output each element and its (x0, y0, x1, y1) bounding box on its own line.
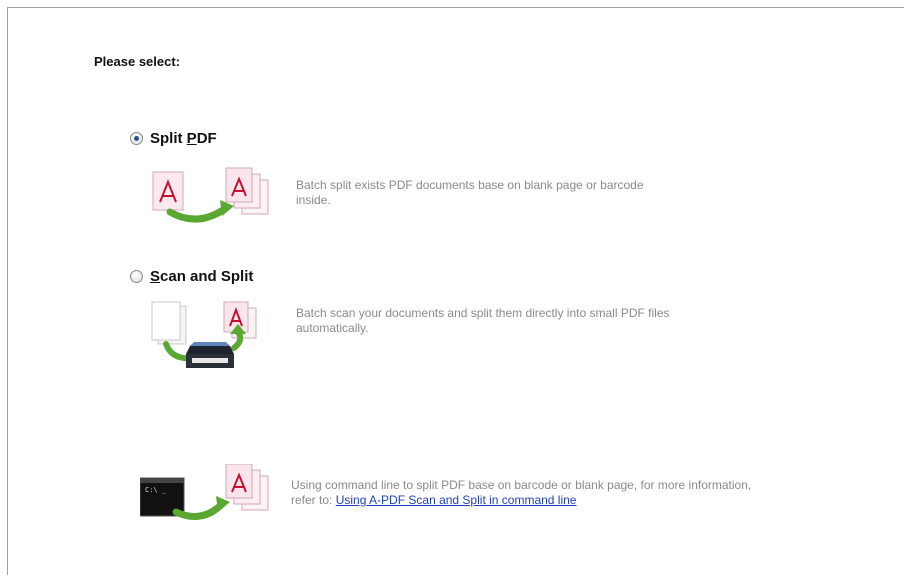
pdf-split-illustration-icon (152, 167, 269, 223)
split-pdf-option[interactable]: Split PDF (130, 130, 217, 147)
command-line-description: Using command line to split PDF base on … (291, 478, 761, 508)
command-line-illustration-icon: C:\ _ (140, 464, 269, 520)
scan-split-label: Scan and Split (150, 268, 254, 285)
split-pdf-label: Split PDF (150, 130, 217, 147)
command-line-help-link[interactable]: Using A-PDF Scan and Split in command li… (336, 493, 577, 507)
svg-text:C:\ _: C:\ _ (145, 486, 167, 494)
scan-split-radio[interactable] (130, 270, 143, 283)
split-pdf-radio[interactable] (130, 132, 143, 145)
scanner-split-illustration-icon (151, 301, 257, 368)
split-pdf-description: Batch split exists PDF documents base on… (296, 178, 644, 207)
scan-split-description: Batch scan your documents and split them… (296, 306, 670, 335)
prompt-label: Please select: (94, 54, 181, 69)
scan-split-option[interactable]: Scan and Split (130, 268, 253, 285)
